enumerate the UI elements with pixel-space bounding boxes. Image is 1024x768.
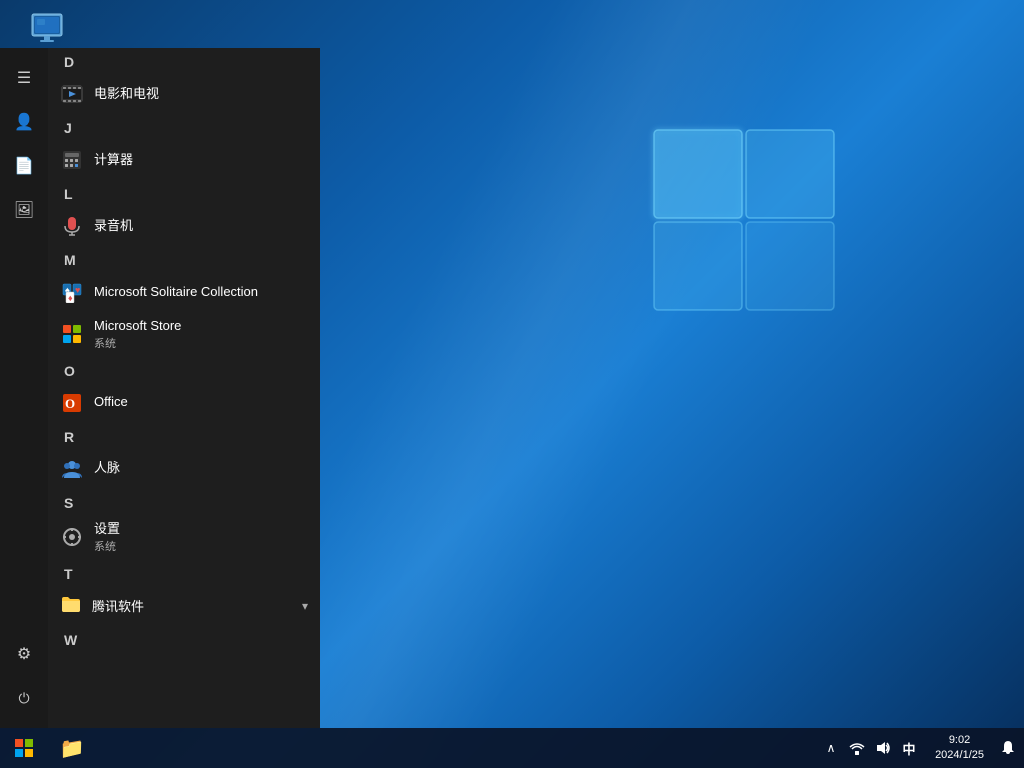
start-app-list: D (48, 48, 320, 728)
network-icon (849, 740, 865, 756)
photos-icon: 🖼 (14, 200, 34, 220)
solitaire-info: Microsoft Solitaire Collection (94, 284, 258, 301)
file-explorer-taskbar[interactable]: 📁 (48, 728, 96, 768)
sidebar-hamburger[interactable]: ☰ (4, 58, 44, 98)
tray-network[interactable] (847, 738, 867, 758)
settings-name: 设置 (94, 521, 120, 538)
section-letter-s: S (48, 489, 320, 515)
folder-icon (60, 593, 82, 618)
calculator-icon (60, 148, 84, 172)
app-folder-tencent[interactable]: 腾讯软件 ▾ (48, 586, 320, 626)
hamburger-icon: ☰ (17, 68, 31, 88)
tray-volume[interactable] (873, 738, 893, 758)
start-sidebar: ☰ 👤 📄 🖼 ⚙ ⏻ (0, 48, 48, 728)
sidebar-document[interactable]: 📄 (4, 146, 44, 186)
calculator-info: 计算器 (94, 152, 133, 169)
sidebar-power[interactable]: ⏻ (4, 678, 44, 718)
user-icon: 👤 (14, 112, 34, 132)
chevron-down-icon: ▾ (302, 599, 308, 613)
svg-text:♦: ♦ (68, 293, 73, 303)
start-menu: ☰ 👤 📄 🖼 ⚙ ⏻ D (0, 48, 320, 728)
settings-info: 设置 系统 (94, 521, 120, 554)
notification-icon (1000, 740, 1016, 756)
app-item-calculator[interactable]: 计算器 (48, 140, 320, 180)
document-icon: 📄 (14, 156, 34, 176)
ime-indicator: 中 (903, 739, 916, 758)
power-icon: ⏻ (18, 690, 29, 707)
people-name: 人脉 (94, 460, 120, 477)
this-pc-icon (27, 10, 67, 50)
app-item-recorder[interactable]: 录音机 (48, 206, 320, 246)
movies-icon (60, 82, 84, 106)
svg-text:♥: ♥ (75, 285, 80, 295)
sidebar-settings[interactable]: ⚙ (4, 634, 44, 674)
section-letter-m: M (48, 246, 320, 272)
windows-logo-decoration (644, 120, 844, 320)
people-icon (60, 457, 84, 481)
people-info: 人脉 (94, 460, 120, 477)
solitaire-name: Microsoft Solitaire Collection (94, 284, 258, 301)
section-letter-o: O (48, 357, 320, 383)
section-letter-j: J (48, 114, 320, 140)
section-letter-l: L (48, 180, 320, 206)
office-icon: O (60, 391, 84, 415)
folder-taskbar-icon: 📁 (60, 736, 85, 761)
app-item-solitaire[interactable]: ♠ ♥ ♦ Microsoft Solitaire Collection (48, 272, 320, 312)
tencent-folder-name: 腾讯软件 (92, 596, 144, 615)
sidebar-photos[interactable]: 🖼 (4, 190, 44, 230)
section-letter-t: T (48, 560, 320, 586)
settings-icon-app (60, 525, 84, 549)
app-item-settings[interactable]: 设置 系统 (48, 515, 320, 560)
app-item-store[interactable]: Microsoft Store 系统 (48, 312, 320, 357)
start-button[interactable] (0, 728, 48, 768)
tray-chevron[interactable]: ∧ (821, 738, 841, 758)
app-item-office[interactable]: O Office (48, 383, 320, 423)
movies-name: 电影和电视 (94, 86, 159, 103)
section-letter-w: W (48, 626, 320, 652)
svg-text:O: O (65, 396, 75, 411)
recorder-name: 录音机 (94, 218, 133, 235)
clock-time: 9:02 (949, 733, 970, 748)
calculator-name: 计算器 (94, 152, 133, 169)
movies-info: 电影和电视 (94, 86, 159, 103)
app-item-movies[interactable]: 电影和电视 (48, 74, 320, 114)
clock-date: 2024/1/25 (935, 748, 984, 763)
solitaire-icon: ♠ ♥ ♦ (60, 280, 84, 304)
taskbar: 📁 ∧ 中 9 (0, 728, 1024, 768)
section-letter-r: R (48, 423, 320, 449)
windows-start-icon (15, 739, 33, 757)
store-icon (60, 322, 84, 346)
recorder-info: 录音机 (94, 218, 133, 235)
sidebar-user[interactable]: 👤 (4, 102, 44, 142)
section-letter-d: D (48, 48, 320, 74)
store-sub: 系统 (94, 335, 181, 351)
office-name: Office (94, 394, 128, 411)
office-info: Office (94, 394, 128, 411)
app-item-people[interactable]: 人脉 (48, 449, 320, 489)
settings-icon: ⚙ (17, 644, 31, 664)
system-tray: ∧ 中 (813, 738, 927, 758)
notification-button[interactable] (992, 728, 1024, 768)
store-info: Microsoft Store 系统 (94, 318, 181, 351)
settings-sub: 系统 (94, 538, 120, 554)
recorder-icon (60, 214, 84, 238)
taskbar-clock[interactable]: 9:02 2024/1/25 (927, 733, 992, 764)
store-name: Microsoft Store (94, 318, 181, 335)
desktop: 此电脑 ☰ 👤 📄 🖼 ⚙ ⏻ (0, 0, 1024, 768)
tray-ime[interactable]: 中 (899, 738, 919, 758)
volume-icon (875, 740, 891, 756)
